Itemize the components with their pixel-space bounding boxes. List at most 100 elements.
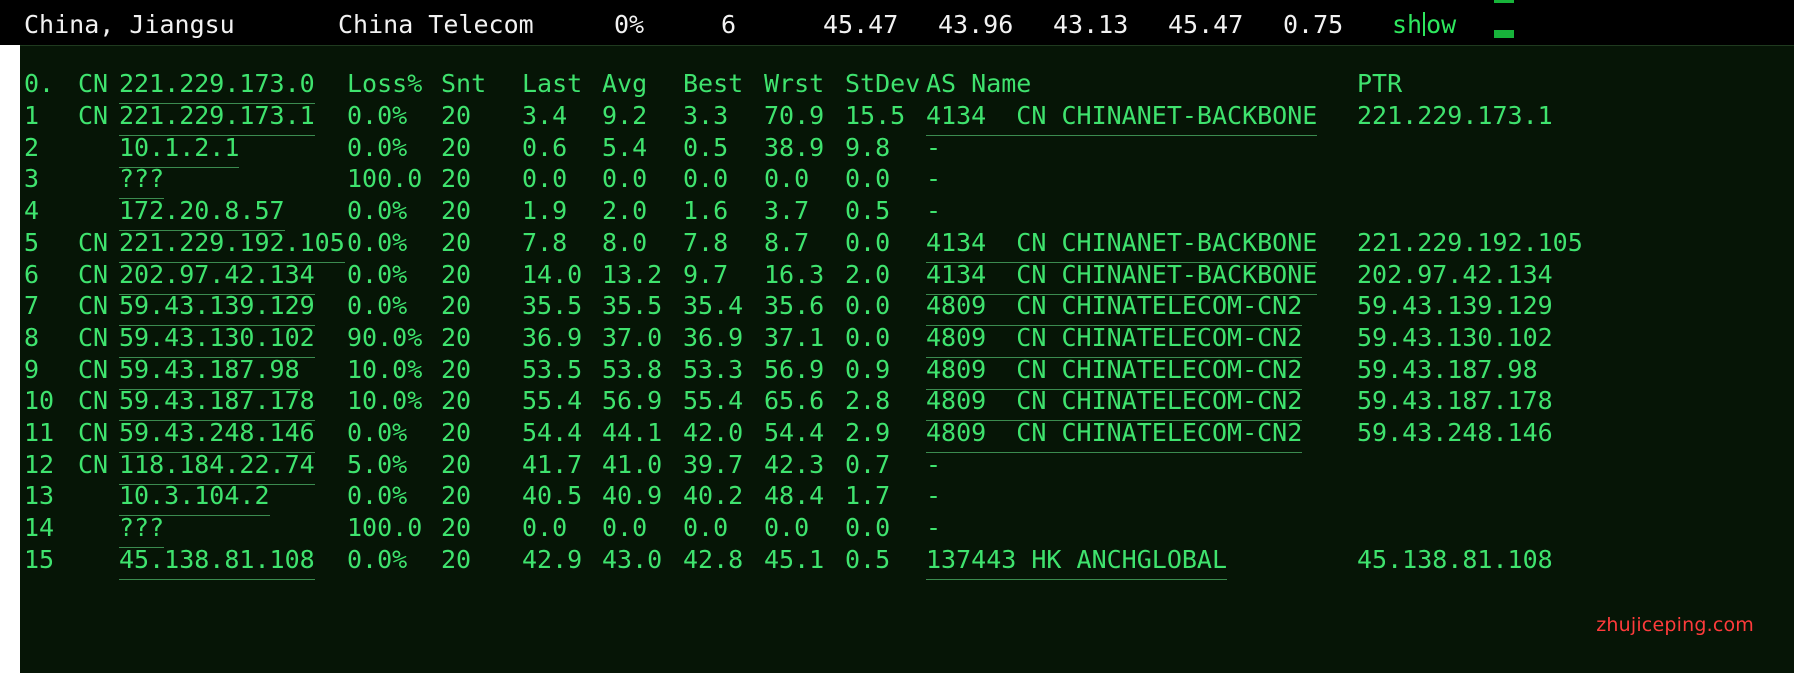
as-name: - <box>926 481 942 511</box>
header-avg: Avg <box>602 69 648 98</box>
sent-value: 20 <box>441 418 472 447</box>
header-last: Last <box>522 69 583 98</box>
sent-value: 20 <box>441 513 472 543</box>
summary-loss: 0% <box>614 10 645 39</box>
table-row: 6 CN 202.97.42.134 0.0% 20 14.0 13.2 9.7 16.3 2.0… <box>20 257 1794 295</box>
last-value: 36.9 <box>522 322 583 352</box>
stdev-value: 0.0 <box>845 322 891 352</box>
table-row: 14??? 100.0 20 0.0 0.0 0.0 0.0 0.0- <box>20 510 1794 549</box>
last-value: 0.6 <box>522 132 568 162</box>
watermark: zhujiceping.com <box>1596 614 1754 636</box>
best-value: 55.4 <box>683 386 744 416</box>
sent-value: 20 <box>441 291 472 321</box>
text-cursor <box>1423 12 1426 36</box>
sent-value: 20 <box>441 164 472 194</box>
hop-number: 6 <box>24 259 40 289</box>
avg-value: 13.2 <box>602 259 663 289</box>
best-value: 36.9 <box>683 322 744 352</box>
worst-value: 65.6 <box>764 386 825 416</box>
avg-value: 37.0 <box>602 322 663 352</box>
table-row: 3??? 100.0 20 0.0 0.0 0.0 0.0 0.0- <box>20 161 1794 200</box>
stdev-value: 0.0 <box>845 291 891 321</box>
bar-indicator-bottom <box>1494 30 1514 38</box>
stdev-value: 0.5 <box>845 544 891 574</box>
worst-value: 0.0 <box>764 164 810 194</box>
sent-value: 20 <box>441 196 472 226</box>
as-name: - <box>926 164 942 194</box>
table-row: 11 CN 59.43.248.146 0.0% 20 54.4 44.1 42.0 54.4 2… <box>20 415 1794 453</box>
stdev-value: 2.9 <box>845 418 891 447</box>
hop-number: 9 <box>24 354 40 384</box>
host-link[interactable]: 45.138.81.108 <box>119 542 315 580</box>
loss-value: 0.0% <box>347 418 408 447</box>
worst-value: 42.3 <box>764 449 825 479</box>
show-link-start: sh <box>1392 10 1423 39</box>
last-value: 35.5 <box>522 291 583 321</box>
loss-value: 0.0% <box>347 132 408 162</box>
loss-value: 0.0% <box>347 259 408 289</box>
best-value: 42.0 <box>683 418 744 447</box>
avg-value: 41.0 <box>602 449 663 479</box>
last-value: 14.0 <box>522 259 583 289</box>
worst-value: 54.4 <box>764 418 825 447</box>
sent-value: 20 <box>441 354 472 384</box>
as-name: - <box>926 196 942 226</box>
best-value: 1.6 <box>683 196 729 226</box>
loss-value: 0.0% <box>347 196 408 226</box>
avg-value: 0.0 <box>602 164 648 194</box>
stdev-value: 0.0 <box>845 164 891 194</box>
last-value: 7.8 <box>522 227 568 257</box>
header-stdev: StDev <box>845 69 921 98</box>
best-value: 0.0 <box>683 164 729 194</box>
hop-number: 12 <box>24 449 55 479</box>
loss-value: 100.0 <box>347 164 423 194</box>
avg-value: 5.4 <box>602 132 648 162</box>
avg-value: 0.0 <box>602 513 648 543</box>
worst-value: 70.9 <box>764 101 825 130</box>
hop-number: 7 <box>24 291 40 321</box>
last-value: 0.0 <box>522 164 568 194</box>
hop-number: 15 <box>24 544 55 574</box>
sent-value: 20 <box>441 132 472 162</box>
worst-value: 16.3 <box>764 259 825 289</box>
header-wrst: Wrst <box>764 69 825 98</box>
show-link[interactable]: sh ow <box>1392 8 1456 42</box>
last-value: 40.5 <box>522 481 583 511</box>
sent-value: 20 <box>441 544 472 574</box>
table-header: 0. CN 221.229.173.0 Loss% Snt Last Avg B… <box>20 66 1794 104</box>
avg-value: 53.8 <box>602 354 663 384</box>
table-row: 9 CN 59.43.187.98 10.0% 20 53.5 53.8 53.3 56.9 0.… <box>20 352 1794 390</box>
stdev-value: 0.7 <box>845 449 891 479</box>
as-name: - <box>926 132 942 162</box>
traceroute-panel: 0. CN 221.229.173.0 Loss% Snt Last Avg B… <box>20 45 1794 673</box>
loss-value: 0.0% <box>347 481 408 511</box>
worst-value: 3.7 <box>764 196 810 226</box>
as-name[interactable]: 137443 HK ANCHGLOBAL <box>926 542 1228 580</box>
country-code: CN <box>78 227 109 257</box>
avg-value: 9.2 <box>602 101 648 130</box>
avg-value: 56.9 <box>602 386 663 416</box>
hop-number: 4 <box>24 196 40 226</box>
loss-value: 0.0% <box>347 291 408 321</box>
last-value: 0.0 <box>522 513 568 543</box>
ptr-value: 59.43.130.102 <box>1357 322 1553 352</box>
country-code: CN <box>78 418 109 447</box>
loss-value: 90.0% <box>347 322 423 352</box>
country-code: CN <box>78 101 109 130</box>
last-value: 1.9 <box>522 196 568 226</box>
stdev-value: 15.5 <box>845 101 906 130</box>
sent-value: 20 <box>441 259 472 289</box>
last-value: 3.4 <box>522 101 568 130</box>
country-code: CN <box>78 386 109 416</box>
last-value: 41.7 <box>522 449 583 479</box>
avg-value: 40.9 <box>602 481 663 511</box>
summary-region: China, Jiangsu <box>24 10 235 39</box>
worst-value: 48.4 <box>764 481 825 511</box>
stdev-value: 2.0 <box>845 259 891 289</box>
header-asname: AS Name <box>926 69 1032 98</box>
avg-value: 44.1 <box>602 418 663 447</box>
stdev-value: 9.8 <box>845 132 891 162</box>
avg-value: 2.0 <box>602 196 648 226</box>
best-value: 39.7 <box>683 449 744 479</box>
ptr-value: 221.229.192.105 <box>1357 227 1583 257</box>
